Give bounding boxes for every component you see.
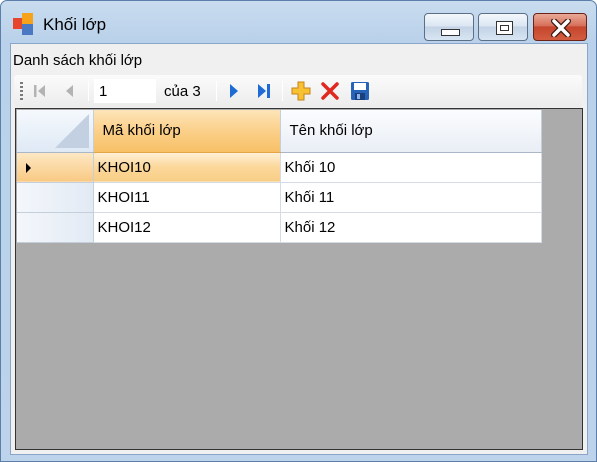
grid-header-row: Mã khối lớp Tên khối lớp [17, 110, 542, 153]
window-title: Khối lớp [43, 15, 107, 34]
position-input[interactable] [94, 79, 156, 103]
group-label: Danh sách khối lớp [13, 52, 143, 69]
close-button[interactable] [533, 13, 587, 41]
table-row[interactable]: KHOI11 Khối 11 [17, 182, 542, 213]
data-grid[interactable]: Mã khối lớp Tên khối lớp KHOI10 Khối 10 … [15, 108, 583, 450]
cell-ma-khoi-lop[interactable]: KHOI11 [93, 182, 281, 213]
save-button[interactable] [348, 79, 372, 103]
cell-ma-khoi-lop[interactable]: KHOI10 [93, 152, 281, 183]
table-row[interactable]: KHOI10 Khối 10 [17, 152, 542, 183]
cell-ma-khoi-lop[interactable]: KHOI12 [93, 212, 281, 243]
app-icon [13, 13, 35, 35]
toolbar-separator [88, 81, 89, 101]
move-previous-button[interactable] [58, 79, 82, 103]
move-first-icon [34, 85, 45, 97]
row-header[interactable] [17, 182, 94, 213]
move-next-icon [230, 84, 238, 98]
select-all-cell[interactable] [17, 110, 94, 153]
grid-table: Mã khối lớp Tên khối lớp KHOI10 Khối 10 … [17, 110, 542, 243]
maximize-button[interactable] [478, 13, 528, 41]
record-count-label: của 3 [164, 83, 201, 100]
cell-ten-khoi-lop[interactable]: Khối 11 [280, 182, 542, 213]
move-next-button[interactable] [222, 79, 246, 103]
move-previous-icon [66, 85, 73, 97]
add-new-button[interactable] [289, 79, 313, 103]
toolbar-separator [216, 81, 217, 101]
move-first-button[interactable] [28, 79, 52, 103]
cell-ten-khoi-lop[interactable]: Khối 10 [280, 152, 542, 183]
save-icon [351, 82, 369, 100]
table-row[interactable]: KHOI12 Khối 12 [17, 212, 542, 243]
row-header[interactable] [17, 212, 94, 243]
move-last-icon [258, 84, 270, 98]
column-header-ma-khoi-lop[interactable]: Mã khối lớp [93, 110, 281, 153]
toolbar-grip[interactable] [20, 82, 23, 100]
column-header-ten-khoi-lop[interactable]: Tên khối lớp [280, 110, 542, 153]
close-icon [551, 19, 571, 37]
binding-navigator: của 3 [14, 75, 582, 107]
delete-button[interactable] [318, 79, 342, 103]
toolbar-separator [282, 81, 283, 101]
move-last-button[interactable] [252, 79, 276, 103]
cell-ten-khoi-lop[interactable]: Khối 12 [280, 212, 542, 243]
minimize-button[interactable] [424, 13, 474, 41]
row-header-current[interactable] [17, 152, 94, 183]
add-icon [291, 81, 311, 101]
delete-icon [321, 82, 339, 100]
